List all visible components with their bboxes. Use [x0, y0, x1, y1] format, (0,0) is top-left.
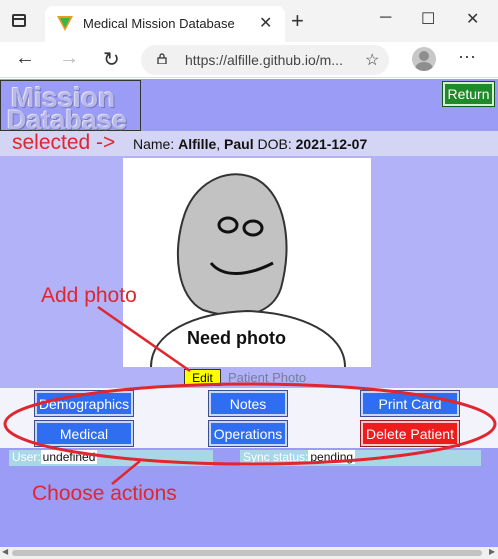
patient-last-name: Alfille — [178, 136, 217, 152]
medical-button[interactable]: Medical — [34, 420, 134, 447]
print-card-button[interactable]: Print Card — [360, 390, 460, 417]
operations-button[interactable]: Operations — [208, 420, 288, 447]
sync-value: pending — [308, 450, 356, 464]
user-label: User: — [12, 450, 41, 464]
forward-icon[interactable]: → — [59, 47, 79, 70]
user-status: User: undefined — [9, 450, 213, 466]
scroll-left-icon[interactable]: ◀ — [2, 547, 8, 556]
url-text: https://alfille.github.io/m... — [185, 52, 343, 68]
app-header: Mission Database Return — [0, 79, 498, 135]
user-value: undefined — [40, 450, 98, 464]
delete-patient-button[interactable]: Delete Patient — [360, 420, 460, 447]
patient-photo: Need photo — [123, 158, 371, 368]
status-bar: User: undefined Sync status: pending — [0, 448, 498, 466]
browser-tab[interactable]: Medical Mission Database ✕ — [45, 6, 285, 42]
profile-avatar-icon[interactable] — [412, 47, 436, 71]
add-photo-annotation: Add photo — [41, 284, 137, 307]
back-icon[interactable]: ← — [15, 47, 35, 70]
dob-label: DOB: — [257, 136, 296, 152]
demographics-button[interactable]: Demographics — [34, 390, 134, 417]
maximize-icon[interactable]: ☐ — [421, 9, 435, 29]
selected-patient-row: selected -> Name: Alfille, Paul DOB: 202… — [0, 131, 498, 156]
choose-actions-annotation: Choose actions — [32, 482, 177, 505]
new-tab-icon[interactable]: + — [291, 8, 304, 34]
patient-photo-caption: Patient Photo — [228, 370, 307, 385]
browser-toolbar: ← → ↻ https://alfille.github.io/m... ☆ ·… — [0, 42, 498, 78]
edit-photo-button[interactable]: Edit — [184, 369, 221, 386]
browser-tab-bar: Medical Mission Database ✕ + ─ ☐ ✕ — [0, 0, 498, 42]
need-photo-text: Need photo — [187, 328, 286, 348]
reload-icon[interactable]: ↻ — [103, 47, 120, 72]
app-logo[interactable]: Mission Database — [0, 80, 141, 135]
name-label: Name: — [133, 136, 179, 152]
minimize-icon[interactable]: ─ — [380, 9, 391, 27]
window-close-icon[interactable]: ✕ — [466, 9, 479, 29]
window-menu-icon[interactable] — [12, 14, 26, 27]
patient-summary: Name: Alfille, Paul DOB: 2021-12-07 — [133, 136, 368, 152]
patient-dob: 2021-12-07 — [295, 136, 368, 152]
more-options-icon[interactable]: ··· — [458, 46, 476, 67]
logo-line-2: Database — [7, 105, 128, 135]
page-content: Mission Database Return selected -> Name… — [0, 79, 498, 547]
photo-section: Need photo — [0, 156, 498, 388]
patient-first-name: Paul — [224, 136, 254, 152]
add-favorite-icon[interactable]: ☆ — [365, 50, 379, 70]
lock-icon — [157, 53, 167, 64]
sync-label: Sync status: — [243, 450, 309, 464]
action-panel: Demographics Notes Print Card Medical Op… — [0, 388, 498, 448]
address-bar[interactable]: https://alfille.github.io/m... ☆ — [141, 45, 389, 75]
return-button[interactable]: Return — [442, 81, 495, 107]
tab-close-icon[interactable]: ✕ — [259, 13, 272, 33]
tab-title: Medical Mission Database — [83, 16, 235, 31]
sync-status: Sync status: pending — [240, 450, 481, 466]
selected-annotation: selected -> — [12, 131, 116, 154]
horizontal-scrollbar[interactable]: ◀ ▶ — [0, 547, 498, 559]
notes-button[interactable]: Notes — [208, 390, 288, 417]
photo-edit-row: Edit Patient Photo — [0, 369, 498, 389]
site-favicon-icon — [57, 16, 73, 31]
scroll-right-icon[interactable]: ▶ — [489, 547, 495, 556]
scrollbar-thumb[interactable] — [12, 550, 482, 556]
